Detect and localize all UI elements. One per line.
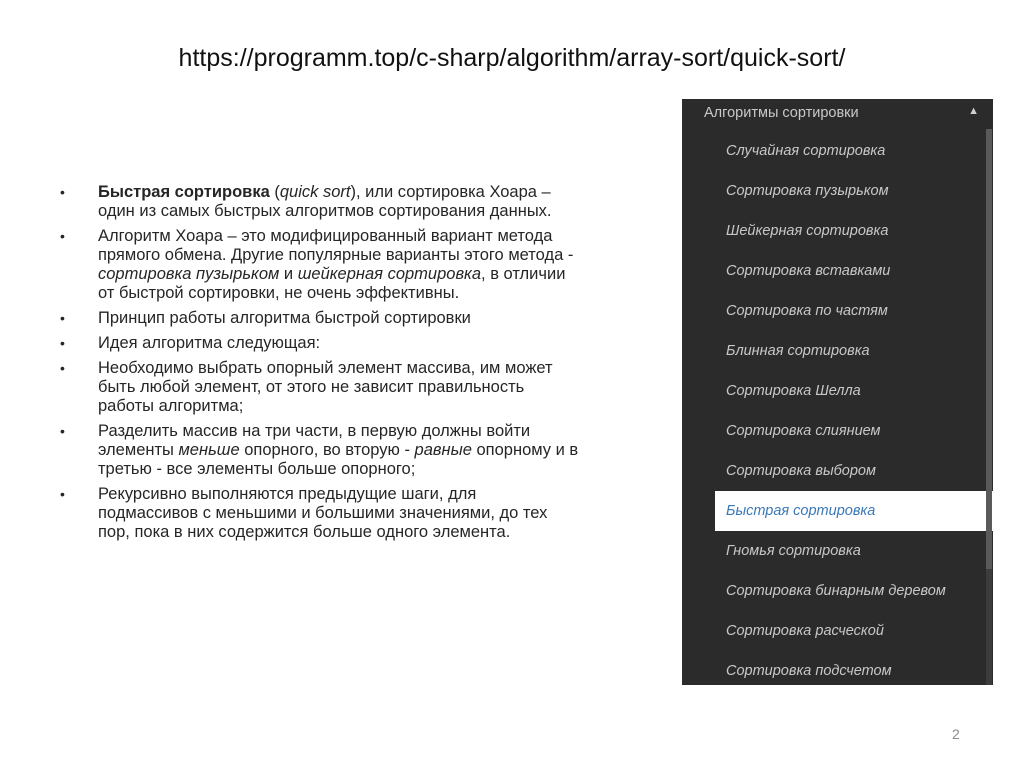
bullet-item: • Принцип работы алгоритма быстрой сорти…: [60, 309, 580, 328]
menu-item-comb-sort[interactable]: Сортировка расческой: [682, 611, 993, 651]
slide-title: https://programm.top/c-sharp/algorithm/a…: [178, 44, 846, 72]
menu-header-label: Алгоритмы сортировки: [704, 105, 859, 121]
text-run: Рекурсивно выполняются предыдущие шаги, …: [98, 485, 548, 541]
text-run: опорного, во вторую -: [239, 441, 415, 459]
bullet-dot: •: [60, 360, 65, 376]
menu-item-list: Случайная сортировка Сортировка пузырько…: [682, 131, 993, 685]
page-number: 2: [952, 726, 960, 742]
menu-item-bubble-sort[interactable]: Сортировка пузырьком: [682, 171, 993, 211]
italic-term: равные: [414, 441, 472, 459]
menu-scrollbar-thumb[interactable]: [986, 129, 992, 569]
italic-term: шейкерная сортировка: [297, 265, 482, 283]
bullet-list: • Быстрая сортировка (quick sort), или с…: [60, 183, 580, 548]
menu-item-pancake-sort[interactable]: Блинная сортировка: [682, 331, 993, 371]
bullet-dot: •: [60, 335, 65, 351]
text-run: (: [269, 183, 280, 201]
collapse-arrow-icon[interactable]: ▲: [968, 105, 979, 117]
bullet-item: • Идея алгоритма следующая:: [60, 334, 580, 353]
menu-item-partial-sort[interactable]: Сортировка по частям: [682, 291, 993, 331]
menu-header[interactable]: Алгоритмы сортировки ▲: [682, 99, 993, 129]
text-run: Принцип работы алгоритма быстрой сортиро…: [98, 309, 471, 327]
bullet-item: • Разделить массив на три части, в перву…: [60, 422, 580, 479]
text-run: Необходимо выбрать опорный элемент масси…: [98, 359, 553, 415]
menu-item-merge-sort[interactable]: Сортировка слиянием: [682, 411, 993, 451]
italic-term: quick sort: [279, 183, 351, 201]
italic-term: сортировка пузырьком: [98, 265, 280, 283]
menu-item-selection-sort[interactable]: Сортировка выбором: [682, 451, 993, 491]
text-run: Алгоритм Хоара – это модифицированный ва…: [98, 227, 574, 264]
menu-item-random-sort[interactable]: Случайная сортировка: [682, 131, 993, 171]
bullet-dot: •: [60, 423, 65, 439]
text-run: и: [279, 265, 298, 283]
bullet-dot: •: [60, 310, 65, 326]
menu-scrollbar[interactable]: [986, 129, 992, 685]
sorting-algorithms-menu: Алгоритмы сортировки ▲ Случайная сортиро…: [682, 99, 993, 685]
menu-item-shaker-sort[interactable]: Шейкерная сортировка: [682, 211, 993, 251]
menu-item-tree-sort[interactable]: Сортировка бинарным деревом: [682, 571, 993, 611]
menu-item-shell-sort[interactable]: Сортировка Шелла: [682, 371, 993, 411]
menu-item-gnome-sort[interactable]: Гномья сортировка: [682, 531, 993, 571]
bullet-item: • Алгоритм Хоара – это модифицированный …: [60, 227, 580, 303]
text-run: Идея алгоритма следующая:: [98, 334, 321, 352]
bullet-dot: •: [60, 184, 65, 200]
menu-item-insertion-sort[interactable]: Сортировка вставками: [682, 251, 993, 291]
bullet-dot: •: [60, 486, 65, 502]
bullet-item: • Быстрая сортировка (quick sort), или с…: [60, 183, 580, 221]
bullet-dot: •: [60, 228, 65, 244]
bullet-item: • Необходимо выбрать опорный элемент мас…: [60, 359, 580, 416]
italic-term: меньше: [178, 441, 240, 459]
bold-term: Быстрая сортировка: [98, 183, 270, 201]
menu-item-counting-sort[interactable]: Сортировка подсчетом: [682, 651, 993, 685]
bullet-item: • Рекурсивно выполняются предыдущие шаги…: [60, 485, 580, 542]
menu-item-quick-sort[interactable]: Быстрая сортировка: [715, 491, 993, 531]
